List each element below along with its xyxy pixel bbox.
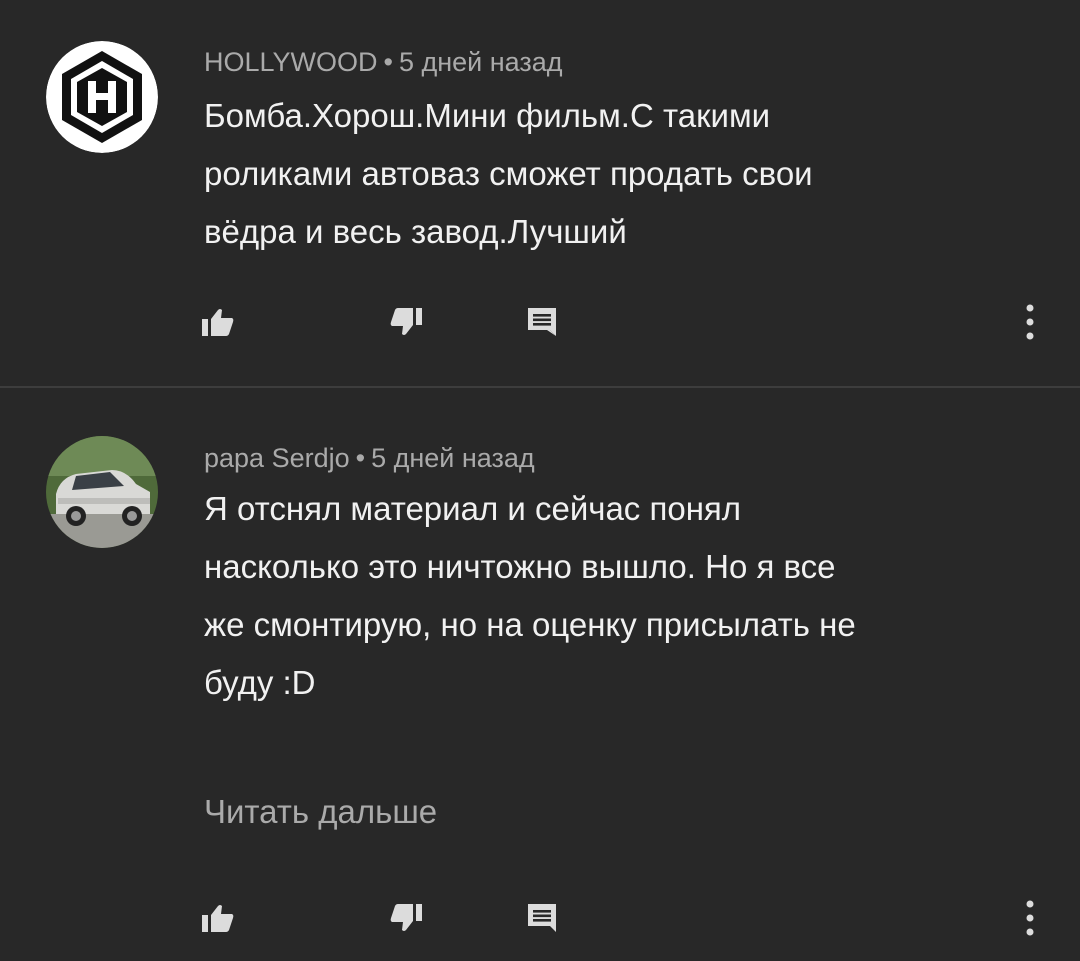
reply-button[interactable]: [512, 888, 572, 948]
hollywood-logo-icon: [46, 41, 158, 153]
dislike-icon: [390, 308, 422, 335]
meta-separator: •: [355, 443, 366, 473]
comment-item: papa Serdjo • 5 дней назад Я отснял матери…: [0, 388, 1080, 961]
more-options-button[interactable]: [1000, 292, 1060, 352]
comment-time: 5 дней назад: [371, 443, 535, 473]
reply-button[interactable]: [512, 292, 572, 352]
comment-actions: [0, 292, 1080, 352]
more-vert-icon: [1026, 900, 1034, 936]
dislike-button[interactable]: [376, 888, 436, 948]
more-vert-icon: [1026, 304, 1034, 340]
comment-meta: papa Serdjo • 5 дней назад: [204, 442, 535, 474]
comment-time: 5 дней назад: [398, 47, 563, 77]
comment-meta: HOLLYWOOD • 5 дней назад: [204, 46, 563, 78]
comment-author[interactable]: HOLLYWOOD: [204, 47, 378, 77]
comment-text: Бомба.Хорош.Мини фильм.С такими роликами…: [204, 97, 813, 250]
reply-icon: [528, 308, 556, 336]
like-icon: [202, 309, 234, 336]
comment-actions: [0, 888, 1080, 948]
reply-icon: [528, 904, 556, 932]
comment-item: HOLLYWOOD • 5 дней назад Бомба.Хорош.Мини …: [0, 0, 1080, 386]
dislike-icon: [390, 904, 422, 931]
dislike-button[interactable]: [376, 292, 436, 352]
avatar[interactable]: [46, 436, 158, 548]
comment-text: Я отснял материал и сейчас понял насколь…: [204, 490, 856, 701]
comments-page: HOLLYWOOD • 5 дней назад Бомба.Хорош.Мини …: [0, 0, 1080, 961]
more-options-button[interactable]: [1000, 888, 1060, 948]
comment-author[interactable]: papa Serdjo: [204, 443, 350, 473]
like-button[interactable]: [188, 292, 248, 352]
read-more-link[interactable]: Читать дальше: [204, 792, 437, 832]
avatar[interactable]: [46, 41, 158, 153]
like-icon: [202, 905, 234, 932]
car-photo-icon: [46, 436, 158, 548]
meta-separator: •: [383, 47, 393, 77]
like-button[interactable]: [188, 888, 248, 948]
